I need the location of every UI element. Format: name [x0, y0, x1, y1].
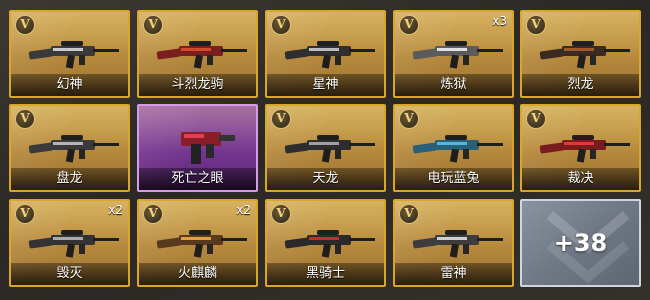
weapon-icon: [23, 126, 123, 168]
weapon-name: 黑骑士: [267, 263, 384, 285]
weapon-icon: [279, 32, 379, 74]
weapon-name: 死亡之眼: [139, 168, 256, 190]
more-items-button[interactable]: +38: [520, 199, 641, 287]
v-badge-icon: V: [15, 15, 35, 35]
weapon-name: 幻神: [11, 74, 128, 96]
weapon-card[interactable]: V 星神: [265, 10, 386, 98]
weapon-name: 烈龙: [522, 74, 639, 96]
weapon-card[interactable]: Vx2 毁灭: [9, 199, 130, 287]
v-badge-icon: V: [271, 204, 291, 224]
weapon-card[interactable]: V 雷神: [393, 199, 514, 287]
weapon-icon: [279, 126, 379, 168]
weapon-card[interactable]: V 盘龙: [9, 104, 130, 192]
v-badge-icon: V: [271, 15, 291, 35]
weapon-icon: [279, 221, 379, 263]
weapon-name: 炼狱: [395, 74, 512, 96]
weapon-icon: [407, 126, 507, 168]
weapon-name: 裁决: [522, 168, 639, 190]
weapon-icon: [407, 32, 507, 74]
weapon-icon: [534, 126, 634, 168]
weapon-name: 斗烈龙驹: [139, 74, 256, 96]
v-badge-icon: V: [526, 109, 546, 129]
weapon-icon: [151, 126, 251, 168]
v-badge-icon: V: [143, 15, 163, 35]
v-badge-icon: V: [526, 15, 546, 35]
v-badge-icon: V: [15, 109, 35, 129]
weapon-card[interactable]: Vx2 火麒麟: [137, 199, 258, 287]
v-badge-icon: V: [143, 204, 163, 224]
weapon-icon: [407, 221, 507, 263]
weapon-name: 雷神: [395, 263, 512, 285]
quantity-label: x3: [492, 14, 507, 28]
weapon-name: 盘龙: [11, 168, 128, 190]
weapon-card[interactable]: V 烈龙: [520, 10, 641, 98]
v-badge-icon: V: [271, 109, 291, 129]
weapon-card[interactable]: Vx3 炼狱: [393, 10, 514, 98]
quantity-label: x2: [236, 203, 251, 217]
weapon-card[interactable]: V 电玩蓝兔: [393, 104, 514, 192]
weapon-card[interactable]: V 天龙: [265, 104, 386, 192]
v-badge-icon: V: [15, 204, 35, 224]
weapon-card[interactable]: V 斗烈龙驹: [137, 10, 258, 98]
weapon-card[interactable]: 死亡之眼: [137, 104, 258, 192]
weapon-name: 天龙: [267, 168, 384, 190]
weapon-icon: [151, 32, 251, 74]
weapon-grid: V 幻神 V 斗烈龙驹 V 星神 Vx3 炼狱 V 烈龙 V 盘龙 死亡之眼 V…: [0, 0, 650, 300]
weapon-icon: [23, 221, 123, 263]
v-badge-icon: V: [399, 109, 419, 129]
weapon-card[interactable]: V 黑骑士: [265, 199, 386, 287]
v-badge-icon: V: [399, 204, 419, 224]
weapon-icon: [534, 32, 634, 74]
weapon-name: 火麒麟: [139, 263, 256, 285]
more-count: +38: [553, 229, 608, 257]
weapon-icon: [23, 32, 123, 74]
weapon-card[interactable]: V 裁决: [520, 104, 641, 192]
weapon-card[interactable]: V 幻神: [9, 10, 130, 98]
quantity-label: x2: [108, 203, 123, 217]
weapon-name: 星神: [267, 74, 384, 96]
weapon-name: 电玩蓝兔: [395, 168, 512, 190]
weapon-name: 毁灭: [11, 263, 128, 285]
v-badge-icon: V: [399, 15, 419, 35]
weapon-icon: [151, 221, 251, 263]
